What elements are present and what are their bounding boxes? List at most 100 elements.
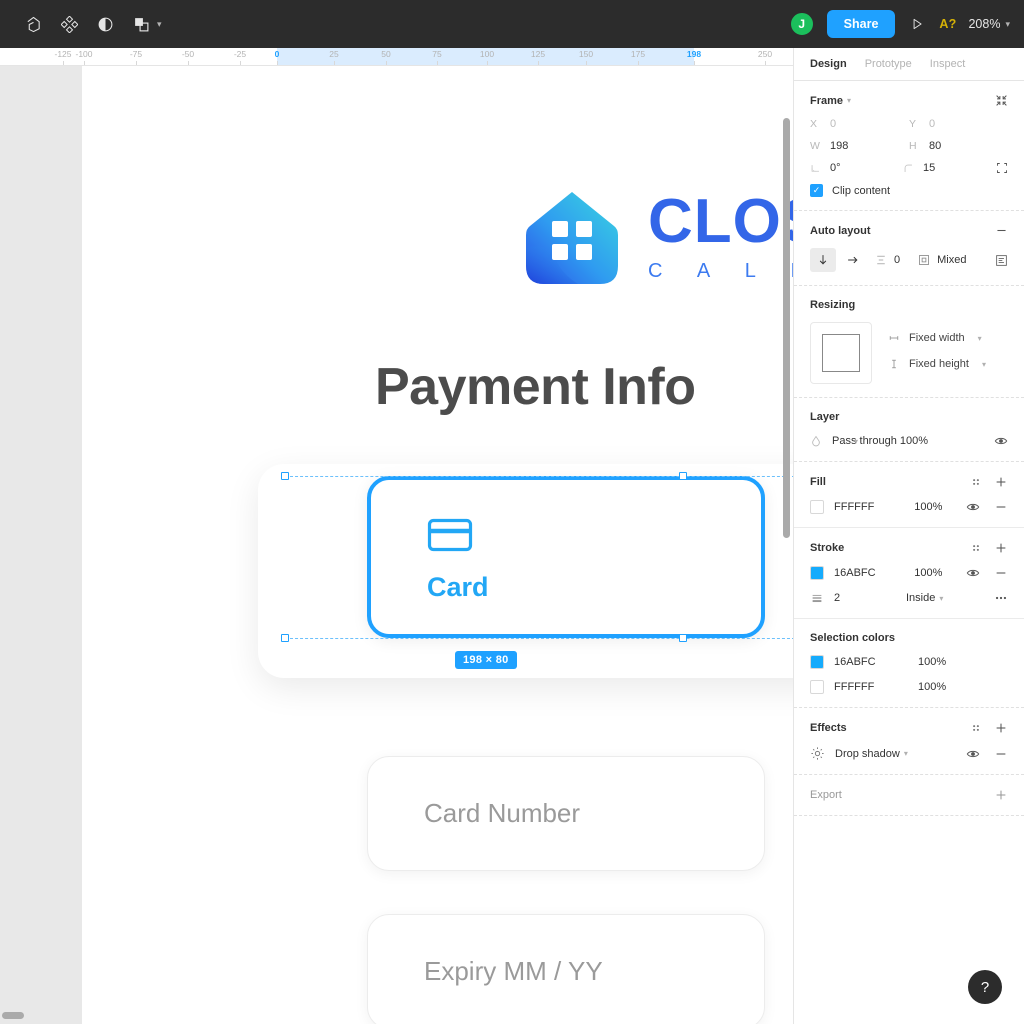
selection-handle-bottom-left[interactable]: [281, 634, 289, 642]
boolean-chevron-down-icon[interactable]: ▾: [157, 19, 162, 30]
height-resize-dropdown[interactable]: Fixed height ▾: [888, 358, 986, 370]
rotation-field[interactable]: 0°: [810, 162, 903, 174]
remove-auto-layout-icon[interactable]: [995, 224, 1008, 237]
tab-prototype[interactable]: Prototype: [865, 58, 912, 70]
help-button[interactable]: ?: [968, 970, 1002, 1004]
components-icon[interactable]: [52, 7, 86, 41]
tab-inspect[interactable]: Inspect: [930, 58, 965, 70]
stroke-position-dropdown[interactable]: Inside ▾: [906, 592, 943, 604]
effect-name-dropdown[interactable]: Drop shadow ▾: [835, 748, 908, 760]
ruler-tick-label: 0: [274, 49, 280, 59]
mask-icon[interactable]: [88, 7, 122, 41]
selection-handle-top-left[interactable]: [281, 472, 289, 480]
clip-content-row[interactable]: ✓ Clip content: [810, 184, 1008, 197]
ruler-tick-label: 150: [578, 49, 594, 59]
add-export-icon[interactable]: [994, 788, 1008, 802]
payment-method-card-selected[interactable]: Card: [367, 476, 765, 638]
fill-hex-value[interactable]: FFFFFF: [834, 501, 904, 513]
add-stroke-icon[interactable]: [994, 541, 1008, 555]
ruler-tick-mark: [586, 61, 587, 65]
constraints-box[interactable]: [810, 322, 872, 384]
stroke-color-swatch[interactable]: [810, 566, 824, 580]
stroke-weight-value[interactable]: 2: [834, 592, 896, 604]
ruler-tick-label: 125: [530, 49, 546, 59]
share-button[interactable]: Share: [826, 10, 896, 38]
card-number-field[interactable]: Card Number: [367, 756, 765, 871]
zoom-control[interactable]: 208% ▾: [968, 17, 1010, 31]
direction-vertical-button[interactable]: [810, 248, 836, 272]
horizontal-ruler[interactable]: -125 -100 -75 -50 -25 0 25 50 75 100 125 150 175 198 2…: [0, 48, 793, 66]
y-field[interactable]: Y 0: [909, 118, 1008, 130]
toolbar-right-group: J Share A? 208% ▾: [788, 10, 1024, 38]
x-field[interactable]: X 0: [810, 118, 909, 130]
width-resize-value: Fixed width: [909, 332, 965, 344]
stroke-opacity-value[interactable]: 100%: [914, 567, 956, 579]
remove-fill-icon[interactable]: [994, 500, 1008, 514]
selection-color-opacity[interactable]: 100%: [918, 681, 962, 693]
remove-stroke-icon[interactable]: [994, 566, 1008, 580]
design-canvas[interactable]: CLOS C A L E Payment Info Card: [0, 66, 793, 1024]
add-effect-icon[interactable]: [994, 721, 1008, 735]
ruler-tick-label: 100: [479, 49, 495, 59]
present-play-icon[interactable]: [907, 17, 927, 31]
effects-header: Effects: [810, 721, 1008, 735]
layer-visibility-icon[interactable]: [994, 434, 1008, 448]
selection-handle-bottom-right[interactable]: [679, 634, 687, 642]
independent-corners-icon[interactable]: [996, 162, 1008, 174]
remove-effect-icon[interactable]: [994, 747, 1008, 761]
width-field[interactable]: W 198: [810, 140, 909, 152]
tab-design[interactable]: Design: [810, 58, 847, 70]
export-header: Export: [810, 788, 1008, 802]
stroke-visibility-icon[interactable]: [966, 566, 980, 580]
padding-field[interactable]: Mixed: [918, 254, 966, 266]
selection-color-swatch[interactable]: [810, 655, 824, 669]
selection-colors-header: Selection colors: [810, 632, 1008, 644]
selection-color-swatch[interactable]: [810, 680, 824, 694]
stroke-hex-value[interactable]: 16ABFC: [834, 567, 904, 579]
expiry-field[interactable]: Expiry MM / YY: [367, 914, 765, 1024]
frame-chevron-down-icon[interactable]: ▾: [847, 96, 851, 105]
corner-radius-field[interactable]: 15: [903, 162, 996, 174]
x-value: 0: [830, 118, 837, 130]
ruler-tick-label: 75: [432, 49, 442, 59]
direction-horizontal-button[interactable]: [840, 248, 866, 272]
selection-size-badge: 198 × 80: [455, 651, 517, 669]
y-label: Y: [909, 118, 917, 130]
missing-font-warning-badge[interactable]: A?: [939, 17, 956, 31]
fill-styles-icon[interactable]: [970, 476, 982, 488]
wh-row: W 198 H 80: [810, 140, 1008, 152]
effect-styles-icon[interactable]: [970, 722, 982, 734]
artboard-frame[interactable]: CLOS C A L E Payment Info Card: [82, 66, 793, 1024]
effect-visibility-icon[interactable]: [966, 747, 980, 761]
effects-section: Effects Drop shadow ▾: [794, 708, 1024, 775]
selection-color-hex[interactable]: 16ABFC: [834, 656, 908, 668]
stroke-styles-icon[interactable]: [970, 542, 982, 554]
item-spacing-field[interactable]: 0: [875, 254, 900, 266]
width-chevron-down-icon: ▾: [977, 333, 982, 343]
selection-handle-top-right[interactable]: [679, 472, 687, 480]
avatar[interactable]: J: [788, 11, 815, 37]
width-resize-dropdown[interactable]: Fixed width ▾: [888, 332, 986, 344]
selection-color-hex[interactable]: FFFFFF: [834, 681, 908, 693]
selection-color-opacity[interactable]: 100%: [918, 656, 962, 668]
export-section: Export: [794, 775, 1024, 816]
blend-chevron-down-icon[interactable]: ▾: [854, 437, 858, 446]
alignment-settings-icon[interactable]: [995, 254, 1008, 267]
canvas-horizontal-scrollbar[interactable]: [2, 1012, 24, 1019]
fill-opacity-value[interactable]: 100%: [914, 501, 956, 513]
fill-visibility-icon[interactable]: [966, 500, 980, 514]
ruler-tick-label: -125: [54, 49, 72, 59]
height-field[interactable]: H 80: [909, 140, 1008, 152]
layer-opacity-value[interactable]: 100%: [884, 435, 928, 447]
figma-menu-icon[interactable]: [16, 7, 50, 41]
stroke-position-value: Inside: [906, 592, 936, 604]
ruler-tick-label: -50: [181, 49, 195, 59]
boolean-union-icon[interactable]: [124, 7, 158, 41]
fill-color-swatch[interactable]: [810, 500, 824, 514]
add-fill-icon[interactable]: [994, 475, 1008, 489]
clip-content-checkbox[interactable]: ✓: [810, 184, 823, 197]
canvas-vertical-scrollbar[interactable]: [783, 118, 790, 538]
xy-row: X 0 Y 0: [810, 118, 1008, 130]
collapse-frame-icon[interactable]: [995, 94, 1008, 107]
stroke-advanced-icon[interactable]: [994, 591, 1008, 605]
